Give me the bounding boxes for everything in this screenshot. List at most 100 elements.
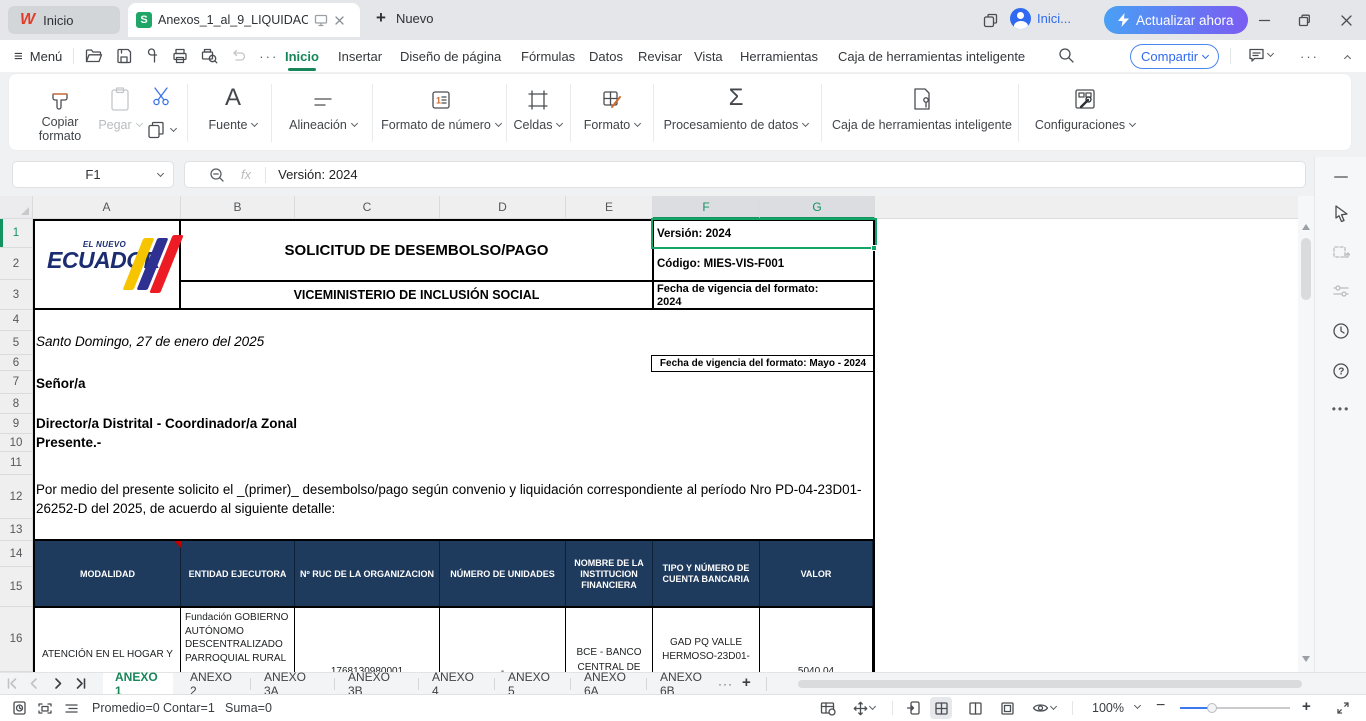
close-window-button[interactable] [1334,8,1358,32]
column-header-f[interactable]: F [653,196,760,219]
cell-unidades[interactable]: - [440,608,566,672]
first-sheet-icon[interactable] [6,677,19,690]
hamburger-menu-icon[interactable]: ≡ [14,48,23,65]
fill-handle[interactable] [871,245,877,251]
cell-city-date[interactable]: Santo Domingo, 27 de enero del 2025 [36,334,536,354]
data-processing-menu[interactable]: Σ Procesamiento de datos [661,82,811,132]
zoom-formula-icon[interactable] [209,167,225,183]
sheet-tab-anexo2[interactable]: ANEXO 2 [178,673,248,694]
menu-tab-herramientas[interactable]: Herramientas [740,40,818,72]
menu-tab-insertar[interactable]: Insertar [338,40,382,72]
cell-validity2[interactable]: Fecha de vigencia del formato: Mayo - 20… [651,355,875,372]
menu-label[interactable]: Menú [30,49,63,64]
column-header-d[interactable]: D [440,196,566,219]
print-icon[interactable] [172,48,188,64]
zoom-level[interactable]: 100% [1092,701,1124,715]
scroll-down-arrow[interactable] [1302,656,1310,662]
menu-tab-caja-inteligente[interactable]: Caja de herramientas inteligente [838,40,1025,72]
sheet-tab-anexo5[interactable]: ANEXO 5 [496,673,568,694]
sheet-tab-anexo6b[interactable]: ANEXO 6B [648,673,714,694]
formula-input[interactable]: fx Versión: 2024 [184,161,1306,188]
column-header-c[interactable]: C [295,196,440,219]
copy-format-button[interactable]: Copiar formato [21,82,99,143]
row-header-10[interactable]: 10 [0,434,33,452]
update-now-button[interactable]: Actualizar ahora [1104,6,1248,34]
zoom-slider-handle[interactable] [1207,703,1217,713]
history-icon[interactable] [1315,319,1366,343]
cell-addressee[interactable]: Director/a Distrital - Coordinador/a Zon… [36,416,436,434]
row-header-7[interactable]: 7 [0,371,33,394]
sheet-tab-anexo6a[interactable]: ANEXO 6A [572,673,644,694]
number-format-menu[interactable]: 1 Formato de número [379,82,503,132]
fx-icon[interactable]: fx [241,167,251,182]
table-header-modalidad[interactable]: MODALIDAD [35,541,181,607]
cursor-select-icon[interactable] [1315,201,1366,225]
horizontal-scrollbar-thumb[interactable] [798,680,1302,688]
pan-mode-icon[interactable] [849,697,879,719]
page-break-view-icon[interactable] [996,697,1018,719]
row-header-11[interactable]: 11 [0,452,33,475]
export-icon[interactable] [145,48,159,64]
row-header-8[interactable]: 8 [0,394,33,414]
scroll-up-arrow[interactable] [1302,224,1310,230]
format-menu[interactable]: Formato [577,82,647,132]
prev-sheet-icon[interactable] [28,677,40,690]
collapse-ribbon-icon[interactable] [1340,52,1350,61]
normal-view-icon[interactable] [930,697,952,719]
account-button[interactable]: Inici... [1010,8,1071,29]
table-header-ruc[interactable]: Nº RUC DE LA ORGANIZACION [295,541,440,607]
cell-code[interactable]: Código: MIES-VIS-F001 [657,250,871,278]
row-header-5[interactable]: 5 [0,331,33,355]
column-header-g[interactable]: G [760,196,875,219]
menu-tab-datos[interactable]: Datos [589,40,623,72]
table-header-institucion[interactable]: NOMBRE DE LA INSTITUCION FINANCIERA [566,541,653,607]
minimize-button[interactable] [1252,8,1276,32]
menu-tab-inicio[interactable]: Inicio [285,40,319,72]
row-header-12[interactable]: 12 [0,475,33,519]
row-header-16[interactable]: 16 [0,607,33,672]
cells-menu[interactable]: Celdas [510,82,566,132]
sheet-tab-anexo4[interactable]: ANEXO 4 [420,673,492,694]
vertical-scrollbar[interactable] [1298,196,1314,672]
print-preview-icon[interactable] [201,48,218,64]
cell-cuenta[interactable]: GAD PQ VALLE HERMOSO-23D01- [653,608,760,672]
close-document-icon[interactable] [334,15,345,26]
row-header-1[interactable]: 1 [0,219,33,248]
sheet-tab-anexo3a[interactable]: ANEXO 3A [252,673,332,694]
cut-icon[interactable] [150,82,172,110]
table-header-cuenta[interactable]: TIPO Y NÚMERO DE CUENTA BANCARIA [653,541,760,607]
page-layout-view-icon[interactable] [964,697,986,719]
shape-insert-icon[interactable] [1315,240,1366,264]
menu-tab-formulas[interactable]: Fórmulas [521,40,575,72]
table-tools-icon[interactable] [817,697,839,719]
row-header-9[interactable]: 9 [0,414,33,434]
menu-tab-diseno[interactable]: Diseño de página [400,40,501,72]
share-button[interactable]: Compartir [1130,44,1219,69]
comment-icon[interactable] [1248,47,1273,63]
font-menu[interactable]: A Fuente [195,82,271,132]
vertical-scrollbar-thumb[interactable] [1301,238,1311,300]
table-header-entidad[interactable]: ENTIDAD EJECUTORA [181,541,295,607]
column-header-b[interactable]: B [181,196,295,219]
chevron-down-icon[interactable] [1134,702,1141,709]
row-header-4[interactable]: 4 [0,310,33,331]
recent-doc-icon[interactable] [8,697,30,719]
cell-salutation[interactable]: Señor/a [36,376,336,394]
row-header-6[interactable]: 6 [0,355,33,371]
reading-mode-icon[interactable] [1028,697,1060,719]
more-quick-icons[interactable]: ··· [259,49,278,64]
help-icon[interactable]: ? [1315,359,1366,383]
menu-tab-vista[interactable]: Vista [694,40,723,72]
menu-tab-revisar[interactable]: Revisar [638,40,682,72]
column-header-e[interactable]: E [566,196,653,219]
alignment-menu[interactable]: Alineación [277,82,369,132]
cell-entidad[interactable]: Fundación GOBIERNO AUTÓNOMO DESCENTRALIZ… [181,608,295,672]
search-icon[interactable] [1058,47,1075,64]
row-header-14[interactable]: 14 [0,541,33,567]
sheet-tab-anexo1[interactable]: ANEXO 1 [103,673,173,694]
cell-institucion[interactable]: BCE - BANCO CENTRAL DE [566,608,653,672]
fullscreen-icon[interactable] [1332,697,1354,719]
outline-icon[interactable] [60,697,82,719]
row-header-15[interactable]: 15 [0,567,33,607]
name-box[interactable]: F1 [12,161,174,188]
